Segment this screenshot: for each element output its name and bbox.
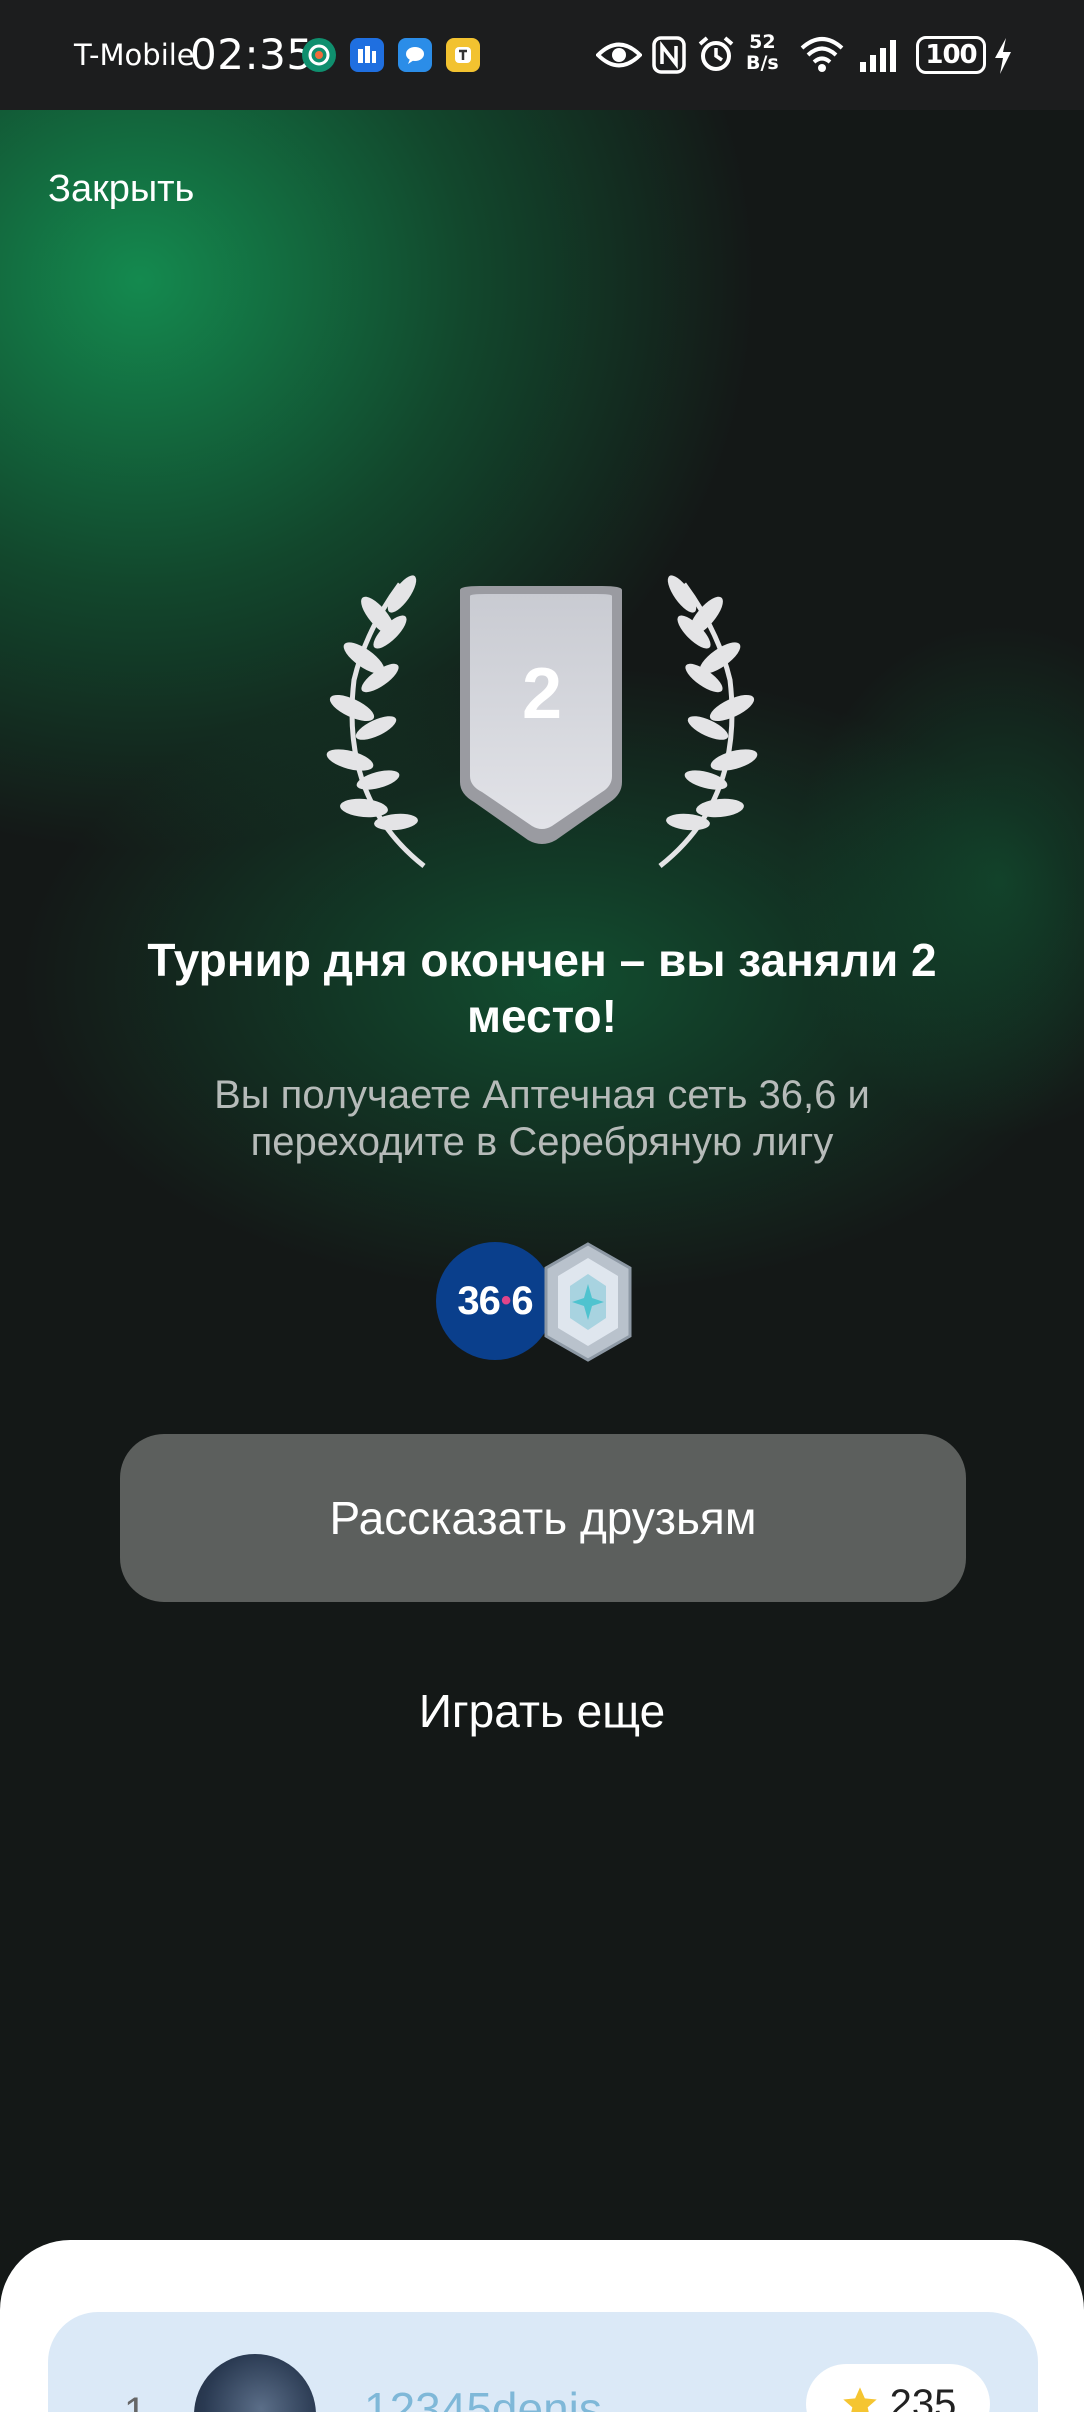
leaderboard-sheet[interactable]: 1 12345denis 235 bbox=[0, 2240, 1084, 2412]
wifi-icon bbox=[800, 37, 844, 72]
leaderboard-rank: 1 bbox=[124, 2390, 147, 2412]
close-button[interactable]: Закрыть bbox=[48, 168, 194, 211]
status-bar: T-Mobile 02:35 52 B/s 100 bbox=[0, 0, 1084, 110]
place-number: 2 bbox=[522, 654, 562, 734]
pharmacy-logo: 36 • 6 bbox=[436, 1242, 554, 1360]
net-speed-value: 52 bbox=[749, 31, 776, 53]
laurel-right-icon bbox=[658, 575, 758, 868]
alarm-icon bbox=[698, 36, 734, 71]
clock: 02:35 bbox=[190, 30, 314, 79]
laurel-left-icon bbox=[326, 575, 426, 868]
signal-icon bbox=[860, 40, 896, 72]
nfc-icon bbox=[652, 36, 686, 74]
app-green-icon bbox=[302, 38, 336, 72]
charging-icon bbox=[995, 38, 1011, 74]
messages-icon bbox=[398, 38, 432, 72]
pharmacy-logo-right: 6 bbox=[511, 1278, 533, 1323]
avatar bbox=[194, 2354, 316, 2412]
result-subtitle: Вы получаете Аптечная сеть 36,6 и перехо… bbox=[214, 1073, 870, 1164]
pharmacy-logo-left: 36 bbox=[457, 1278, 500, 1323]
leaderboard-score: 235 bbox=[806, 2364, 990, 2412]
star-icon bbox=[842, 2387, 877, 2412]
carrier-label: T-Mobile bbox=[74, 38, 195, 72]
battery-indicator: 100 bbox=[916, 36, 986, 74]
leaderboard-score-value: 235 bbox=[889, 2381, 957, 2412]
app-blue-icon bbox=[350, 38, 384, 72]
result-title: Турнир дня окончен – вы заняли 2 место! bbox=[147, 934, 937, 1042]
app-yellow-icon bbox=[446, 38, 480, 72]
pharmacy-logo-dot: • bbox=[500, 1284, 511, 1317]
share-with-friends-button[interactable]: Рассказать друзьям bbox=[120, 1434, 966, 1602]
leaderboard-player-name: 12345denis bbox=[364, 2383, 602, 2412]
leaderboard-row[interactable]: 1 12345denis 235 bbox=[48, 2312, 1038, 2412]
silver-league-icon bbox=[544, 1242, 632, 1362]
eye-icon bbox=[596, 42, 642, 68]
play-again-button[interactable]: Играть еще bbox=[300, 1684, 784, 1738]
reward-icons: 36 • 6 bbox=[436, 1240, 636, 1364]
net-speed-unit: B/s bbox=[746, 52, 779, 74]
net-speed: 52 B/s bbox=[746, 32, 779, 74]
place-badge: 2 bbox=[326, 575, 758, 868]
tournament-result-screen: T-Mobile 02:35 52 B/s 100 Закрыть 2 Турн… bbox=[0, 0, 1084, 2412]
